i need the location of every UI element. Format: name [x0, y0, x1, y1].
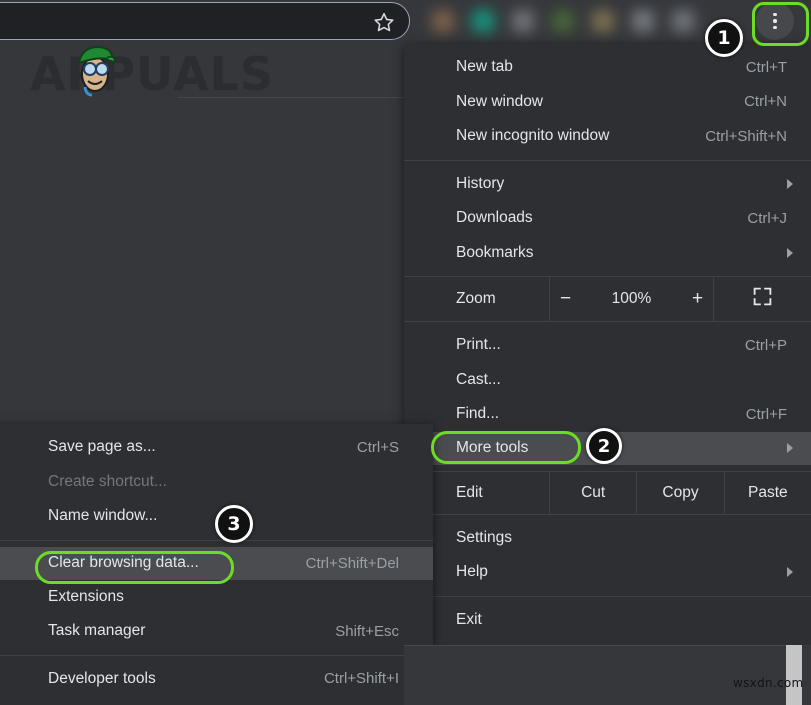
annotation-badge-2: 2 — [586, 428, 622, 464]
three-dot-menu-icon — [773, 12, 777, 17]
menu-item-shortcut: Ctrl+Shift+Del — [305, 554, 399, 572]
mascot-icon — [72, 43, 118, 99]
annotation-badge-1: 1 — [705, 19, 743, 57]
favicon — [592, 10, 614, 32]
edit-cut-button[interactable]: Cut — [549, 471, 636, 514]
menu-item-clear-browsing-data[interactable]: Clear browsing data... Ctrl+Shift+Del — [0, 546, 433, 580]
menu-item-label: Bookmarks — [456, 243, 534, 261]
menu-item-shortcut: Ctrl+P — [744, 336, 787, 354]
menu-item-downloads[interactable]: Downloads Ctrl+J — [404, 201, 811, 236]
menu-item-label: Help — [456, 563, 488, 581]
menu-item-new-incognito-window[interactable]: New incognito window Ctrl+Shift+N — [404, 119, 811, 154]
chevron-right-icon — [787, 443, 793, 453]
menu-separator — [404, 159, 811, 161]
chevron-right-icon — [787, 567, 793, 578]
menu-item-label: New tab — [456, 58, 513, 76]
menu-item-shortcut: Ctrl+S — [356, 438, 399, 456]
favicon — [432, 10, 454, 32]
menu-item-bookmarks[interactable]: Bookmarks — [404, 236, 811, 271]
source-watermark: wsxdn.com — [733, 676, 804, 690]
menu-item-new-tab[interactable]: New tab Ctrl+T — [404, 50, 811, 85]
menu-item-label: History — [456, 174, 505, 192]
menu-separator — [0, 654, 433, 656]
menu-item-label: Exit — [456, 610, 482, 628]
scrollbar-edge — [802, 645, 811, 705]
menu-item-label: Save page as... — [48, 438, 156, 456]
favicon — [512, 10, 534, 32]
fullscreen-button[interactable] — [714, 277, 811, 321]
annotation-badge-3: 3 — [215, 505, 253, 543]
menu-item-label: Developer tools — [48, 669, 156, 687]
menu-item-new-window[interactable]: New window Ctrl+N — [404, 85, 811, 120]
appuals-watermark-logo: APPUALS — [30, 45, 274, 103]
chrome-main-menu: New tab Ctrl+T New window Ctrl+N New inc… — [404, 44, 811, 645]
zoom-in-button[interactable]: + — [687, 288, 709, 310]
menu-item-history[interactable]: History — [404, 167, 811, 202]
favicon — [472, 10, 494, 32]
browser-toolbar — [0, 0, 811, 44]
menu-item-help[interactable]: Help — [404, 555, 811, 590]
zoom-label: Zoom — [456, 290, 496, 307]
screenshot-root: APPUALS New tab Ctrl+T New window Ctrl+N — [0, 0, 811, 705]
menu-item-label: New incognito window — [456, 127, 610, 145]
menu-item-create-shortcut: Create shortcut... — [0, 465, 433, 500]
menu-item-task-manager[interactable]: Task manager Shift+Esc — [0, 614, 433, 649]
menu-item-cast[interactable]: Cast... — [404, 363, 811, 398]
menu-item-save-page-as[interactable]: Save page as... Ctrl+S — [0, 430, 433, 465]
menu-separator — [0, 539, 433, 541]
three-dot-menu-icon — [773, 19, 777, 23]
menu-item-find[interactable]: Find... Ctrl+F — [404, 397, 811, 432]
menu-item-label: Clear browsing data... — [48, 554, 199, 571]
edit-paste-button[interactable]: Paste — [723, 471, 811, 514]
menu-item-label: Cast... — [456, 370, 501, 388]
edit-row: Edit Cut Copy Paste — [404, 470, 811, 515]
menu-item-shortcut: Ctrl+T — [745, 58, 787, 76]
menu-item-shortcut: Shift+Esc — [335, 622, 399, 640]
menu-item-shortcut: Ctrl+Shift+N — [705, 127, 787, 145]
logo-underline — [178, 97, 418, 98]
chevron-right-icon — [787, 178, 793, 189]
menu-item-shortcut: Ctrl+N — [744, 93, 787, 111]
menu-item-exit[interactable]: Exit — [404, 603, 811, 638]
menu-item-label: New window — [456, 92, 544, 110]
menu-separator — [404, 595, 811, 597]
menu-item-shortcut: Ctrl+Shift+I — [323, 670, 399, 688]
page-content-area — [404, 645, 811, 705]
edit-copy-button[interactable]: Copy — [636, 471, 723, 514]
menu-item-label: Downloads — [456, 209, 533, 227]
zoom-out-button[interactable]: − — [555, 288, 577, 310]
more-tools-submenu: Save page as... Ctrl+S Create shortcut..… — [0, 424, 433, 705]
menu-item-label: Task manager — [48, 622, 146, 640]
menu-item-settings[interactable]: Settings — [404, 521, 811, 556]
zoom-row: Zoom − 100% + — [404, 276, 811, 322]
menu-item-label: Print... — [456, 336, 501, 354]
menu-item-extensions[interactable]: Extensions — [0, 580, 433, 615]
bookmark-star-icon[interactable] — [373, 11, 395, 33]
logo-text: APPUALS — [30, 47, 275, 101]
menu-item-developer-tools[interactable]: Developer tools Ctrl+Shift+I — [0, 662, 433, 697]
favicon — [552, 10, 574, 32]
vertical-scrollbar[interactable] — [786, 645, 802, 705]
menu-item-print[interactable]: Print... Ctrl+P — [404, 328, 811, 363]
tab-favicon-strip — [432, 6, 748, 36]
menu-item-shortcut: Ctrl+J — [747, 209, 787, 227]
address-bar[interactable] — [0, 2, 410, 40]
menu-item-label: Name window... — [48, 507, 158, 525]
fullscreen-icon — [752, 286, 773, 312]
three-dot-menu-button[interactable] — [756, 2, 794, 40]
menu-item-label: Create shortcut... — [48, 472, 167, 490]
three-dot-menu-icon — [773, 25, 777, 30]
menu-item-label: Settings — [456, 528, 513, 546]
favicon — [632, 10, 654, 32]
menu-item-label: Extensions — [48, 587, 124, 605]
menu-item-label: Find... — [456, 405, 500, 423]
zoom-level-value: 100% — [611, 290, 652, 307]
menu-item-label: More tools — [456, 439, 529, 456]
zoom-controls: − 100% + — [549, 277, 714, 321]
menu-item-shortcut: Ctrl+F — [745, 405, 787, 423]
chevron-right-icon — [787, 247, 793, 258]
favicon — [672, 10, 694, 32]
